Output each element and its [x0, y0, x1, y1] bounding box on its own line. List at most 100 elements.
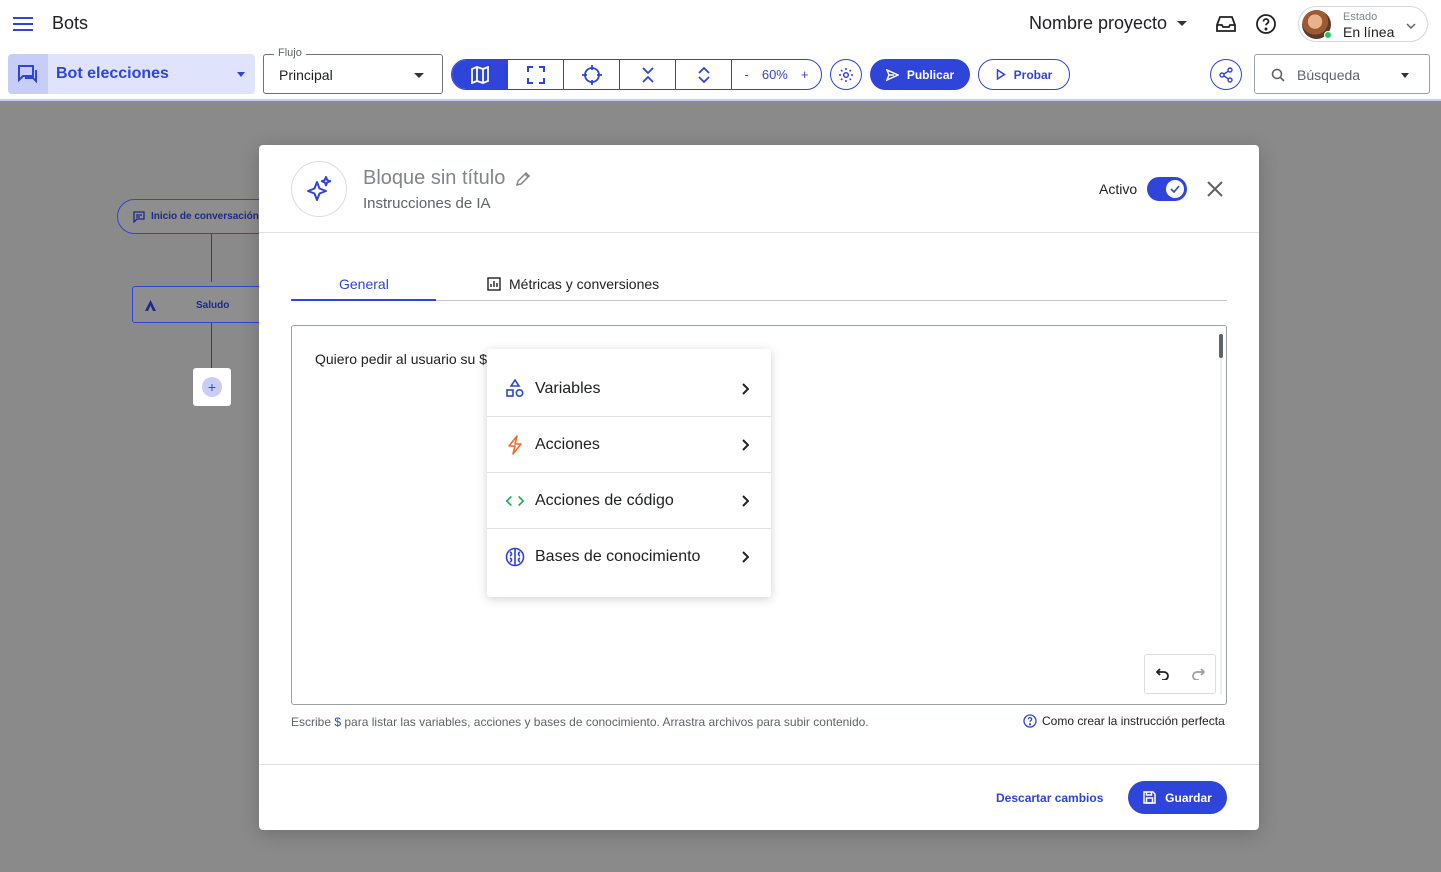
settings-button[interactable]: [830, 59, 862, 90]
tab-general[interactable]: General: [339, 276, 389, 292]
add-node-button[interactable]: +: [193, 368, 231, 406]
chat-icon: [8, 54, 48, 94]
active-tab-indicator: [291, 299, 436, 301]
greeting-node-label: Saludo: [196, 300, 230, 311]
project-selector[interactable]: Nombre proyecto: [1029, 13, 1188, 34]
bot-selector[interactable]: Bot elecciones: [8, 54, 255, 94]
toolbar: Bot elecciones Flujo Principal - 60% + P…: [0, 47, 1441, 101]
caret-down-icon: [237, 72, 245, 77]
tab-metrics-label: Métricas y conversiones: [509, 276, 660, 292]
active-toggle[interactable]: [1147, 177, 1187, 201]
text-block-icon: [145, 300, 156, 311]
check-icon: [1166, 180, 1184, 198]
flow-label: Flujo: [274, 47, 306, 59]
menu-item-variables[interactable]: Variables: [487, 361, 771, 417]
zoom-in-button[interactable]: +: [801, 67, 809, 82]
share-icon: [1219, 66, 1233, 83]
search-field[interactable]: Búsqueda: [1254, 54, 1430, 94]
hint-text-start: Escribe: [291, 715, 335, 729]
caret-down-icon: [414, 73, 424, 78]
play-icon: [996, 69, 1006, 80]
active-label: Activo: [1099, 181, 1138, 197]
menu-item-actions[interactable]: Acciones: [487, 417, 771, 473]
chevron-down-icon: [1405, 19, 1417, 31]
ai-sparkle-icon: [291, 161, 347, 217]
help-link-label: Como crear la instrucción perfecta: [1042, 714, 1225, 728]
pencil-icon[interactable]: [515, 171, 531, 187]
fit-screen-button[interactable]: [508, 60, 564, 89]
send-icon: [885, 68, 899, 81]
menu-item-code-actions[interactable]: Acciones de código: [487, 473, 771, 529]
footer-divider: [259, 764, 1259, 765]
editor-text: Quiero pedir al usuario su $: [315, 351, 487, 367]
zoom-out-button[interactable]: -: [745, 67, 749, 82]
block-title[interactable]: Bloque sin título: [363, 167, 531, 190]
scrollbar-thumb[interactable]: [1219, 334, 1223, 358]
online-status-dot: [1324, 31, 1332, 39]
code-icon: [505, 491, 525, 511]
block-editor-modal: Bloque sin título Instrucciones de IA Ac…: [259, 145, 1259, 830]
menu-item-knowledge-bases[interactable]: Bases de conocimiento: [487, 529, 771, 585]
hint-text-end: para listar las variables, acciones y ba…: [341, 715, 869, 729]
project-name: Nombre proyecto: [1029, 13, 1168, 33]
test-button[interactable]: Probar: [978, 59, 1070, 90]
help-link[interactable]: Como crear la instrucción perfecta: [1023, 714, 1225, 728]
greeting-node[interactable]: Saludo: [132, 286, 272, 323]
chevron-right-icon: [741, 494, 749, 507]
status-value: En línea: [1343, 24, 1395, 40]
publish-button[interactable]: Publicar: [870, 59, 970, 90]
tab-metrics[interactable]: Métricas y conversiones: [487, 276, 659, 292]
chevron-right-icon: [741, 382, 749, 395]
bot-name: Bot elecciones: [56, 65, 169, 82]
block-subtitle: Instrucciones de IA: [363, 195, 491, 212]
center-target-button[interactable]: [564, 60, 620, 89]
menu-item-label: Acciones de código: [535, 491, 674, 509]
hamburger-menu-icon[interactable]: [12, 14, 34, 34]
share-button[interactable]: [1210, 59, 1242, 90]
tab-bar: General Métricas y conversiones: [291, 269, 1227, 301]
editor-hint: Escribe $ para listar las variables, acc…: [291, 715, 869, 729]
zoom-control: - 60% +: [732, 60, 821, 89]
search-placeholder: Búsqueda: [1297, 67, 1361, 83]
lightning-icon: [505, 434, 525, 455]
help-icon[interactable]: [1254, 12, 1278, 36]
bar-chart-icon: [487, 277, 501, 291]
start-node-label: Inicio de conversación p: [151, 211, 268, 222]
undo-redo-group: [1144, 654, 1216, 694]
save-button[interactable]: Guardar: [1128, 781, 1227, 814]
header-divider: [259, 232, 1259, 233]
brain-icon: [505, 547, 525, 567]
view-controls: - 60% +: [451, 59, 822, 90]
flow-value: Principal: [279, 67, 333, 83]
zoom-level: 60%: [761, 67, 788, 82]
map-view-button[interactable]: [452, 60, 508, 89]
menu-item-label: Bases de conocimiento: [535, 548, 701, 565]
chevron-right-icon: [741, 551, 749, 563]
undo-icon[interactable]: [1155, 668, 1170, 680]
close-icon[interactable]: [1205, 179, 1225, 199]
caret-down-icon: [1177, 21, 1188, 26]
insert-menu: Variables Acciones Acciones de código Ba…: [487, 349, 771, 597]
connector-line: [211, 323, 212, 368]
app-title: Bots: [52, 13, 89, 33]
status-label: Estado: [1343, 11, 1378, 23]
flow-selector[interactable]: Flujo Principal: [263, 47, 443, 94]
chevron-right-icon: [741, 438, 749, 451]
test-label: Probar: [1013, 67, 1053, 82]
block-title-text: Bloque sin título: [363, 167, 506, 189]
redo-icon[interactable]: [1191, 668, 1205, 680]
caret-down-icon: [1401, 73, 1409, 78]
collapse-button[interactable]: [620, 60, 676, 89]
expand-button[interactable]: [676, 60, 732, 89]
save-label: Guardar: [1165, 790, 1212, 805]
start-conversation-node[interactable]: Inicio de conversación p: [117, 199, 277, 234]
connector-line: [211, 234, 212, 282]
inbox-icon[interactable]: [1214, 12, 1238, 36]
search-icon: [1271, 68, 1285, 82]
discard-changes-button[interactable]: Descartar cambios: [996, 791, 1103, 805]
status-selector[interactable]: Estado En línea: [1298, 6, 1428, 42]
menu-item-label: Acciones: [535, 435, 600, 453]
menu-item-label: Variables: [535, 379, 601, 397]
floppy-disk-icon: [1143, 791, 1156, 804]
scroll-track: [1220, 334, 1222, 694]
